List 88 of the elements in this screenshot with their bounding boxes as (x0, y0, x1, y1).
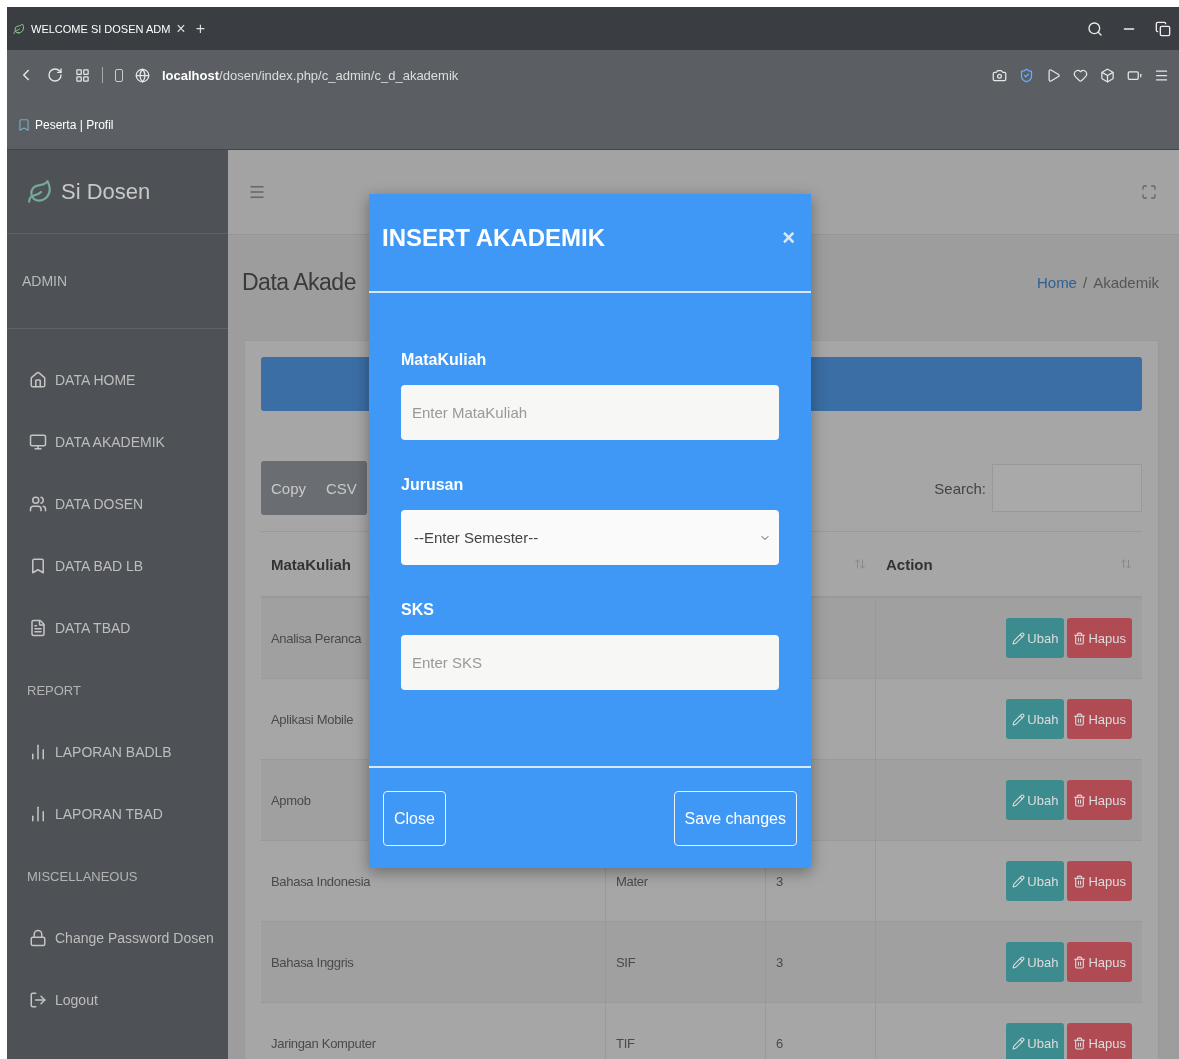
page-title: Data Akade (242, 269, 356, 296)
trash-icon (1073, 712, 1087, 726)
camera-icon[interactable] (992, 67, 1007, 83)
pencil-icon (1012, 631, 1026, 645)
sidebar-item[interactable]: DATA TBAD (7, 597, 228, 659)
grid-icon[interactable] (75, 67, 90, 83)
edit-button[interactable]: Ubah (1006, 780, 1065, 820)
chart-icon (29, 805, 47, 823)
globe-icon (135, 67, 150, 83)
delete-button[interactable]: Hapus (1067, 1023, 1132, 1059)
sidebar-item[interactable]: LAPORAN TBAD (7, 783, 228, 845)
bookmark-link[interactable]: Peserta | Profil (35, 117, 114, 132)
sidebar-heading: REPORT (26, 681, 82, 700)
sidebar-item[interactable]: DATA BAD LB (7, 535, 228, 597)
pencil-icon (1012, 1036, 1026, 1050)
edit-button[interactable]: Ubah (1006, 618, 1065, 658)
search-label: Search: (934, 479, 986, 497)
tab-close-button[interactable]: × (176, 19, 186, 38)
brand-name: Si Dosen (61, 178, 151, 205)
text-field[interactable]: Enter SKS (401, 635, 779, 690)
bookmark-icon (29, 557, 47, 575)
pencil-icon (1012, 712, 1026, 726)
sort-icon (1120, 558, 1132, 570)
pencil-icon (1012, 955, 1026, 969)
bookmark-icon (17, 117, 31, 132)
logo-icon (27, 178, 53, 205)
edit-button[interactable]: Ubah (1006, 942, 1065, 982)
edit-button[interactable]: Ubah (1006, 699, 1065, 739)
edit-button[interactable]: Ubah (1006, 861, 1065, 901)
monitor-icon (29, 433, 47, 451)
document-icon (29, 619, 47, 637)
users-icon (29, 495, 47, 513)
sidebar-item[interactable]: Logout (7, 969, 228, 1031)
sidebar-item[interactable]: Change Password Dosen (7, 907, 228, 969)
trash-icon (1073, 955, 1087, 969)
exit-icon (29, 991, 47, 1009)
sidebar-item[interactable]: DATA HOME (7, 349, 228, 411)
delete-button[interactable]: Hapus (1067, 780, 1132, 820)
trash-icon (1073, 793, 1087, 807)
chart-icon (29, 743, 47, 761)
pencil-icon (1012, 793, 1026, 807)
leaf-icon (13, 22, 25, 35)
breadcrumb-link[interactable]: Akademik (1093, 274, 1159, 291)
delete-button[interactable]: Hapus (1067, 861, 1132, 901)
browser-tab[interactable]: WELCOME SI DOSEN ADM × (7, 7, 196, 50)
export-button[interactable]: CSV (316, 461, 367, 515)
sidebar-item[interactable]: DATA AKADEMIK (7, 411, 228, 473)
edit-button[interactable]: Ubah (1006, 1023, 1065, 1059)
save-button[interactable]: Save changes (673, 791, 797, 846)
breadcrumb-separator: / (1082, 274, 1088, 291)
field-label: SKS (401, 601, 435, 619)
tab-title: WELCOME SI DOSEN ADM (31, 22, 171, 35)
export-button[interactable]: Copy (261, 461, 317, 515)
field-label: MataKuliah (401, 351, 488, 369)
sidebar-heading: MISCELLANEOUS (26, 867, 139, 886)
play-icon[interactable] (1046, 67, 1061, 83)
reload-icon[interactable] (47, 67, 63, 83)
close-button[interactable]: × (782, 224, 795, 252)
vpn-badge-icon[interactable] (115, 68, 123, 82)
heart-icon[interactable] (1073, 67, 1088, 83)
pencil-icon (1012, 874, 1026, 888)
dialog-title: INSERT AKADEMIK (382, 224, 606, 253)
user-role: ADMIN (22, 273, 68, 289)
sidebar-item[interactable]: DATA DOSEN (7, 473, 228, 535)
table-cell: SIF (606, 922, 766, 1003)
delete-button[interactable]: Hapus (1067, 618, 1132, 658)
trash-icon (1073, 874, 1087, 888)
house-icon (29, 371, 47, 389)
shield-icon[interactable] (1019, 67, 1034, 83)
breadcrumb-link[interactable]: Home (1036, 274, 1077, 291)
trash-icon (1073, 1036, 1087, 1050)
delete-button[interactable]: Hapus (1067, 699, 1132, 739)
cube-icon[interactable] (1100, 67, 1115, 83)
menu-icon[interactable] (1154, 67, 1169, 83)
trash-icon (1073, 631, 1087, 645)
new-tab-button[interactable]: + (195, 19, 206, 38)
table-cell: Bahasa Inggris (261, 922, 606, 1003)
url-field[interactable]: localhost/dosen/index.php/c_admin/c_d_akademik (162, 67, 459, 83)
close-button[interactable]: Close (383, 791, 446, 846)
lock-icon (29, 929, 47, 947)
restore-icon[interactable] (1155, 20, 1171, 37)
field-label: Jurusan (401, 476, 465, 494)
text-field[interactable]: Enter MataKuliah (401, 385, 779, 440)
table-cell: 3 (766, 922, 876, 1003)
sidebar-item[interactable]: LAPORAN BADLB (7, 721, 228, 783)
delete-button[interactable]: Hapus (1067, 942, 1132, 982)
select-field[interactable]: --Enter Semester-- (401, 510, 779, 565)
search-icon[interactable] (1087, 20, 1103, 37)
